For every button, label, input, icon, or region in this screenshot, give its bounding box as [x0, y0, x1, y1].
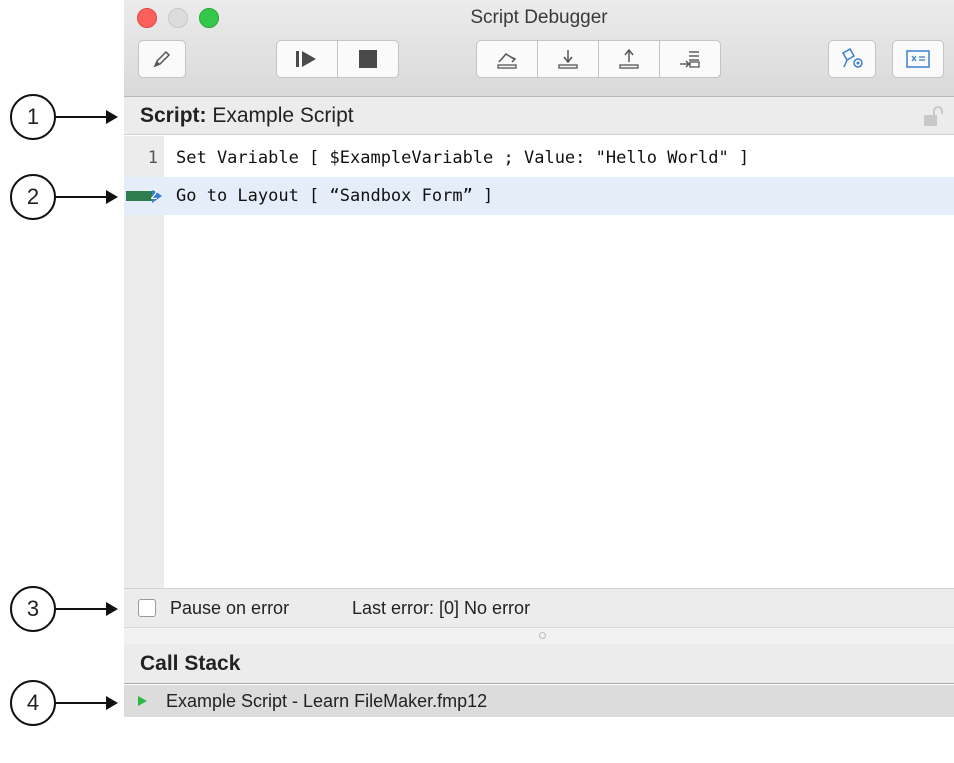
- script-step-text: Set Variable [ $ExampleVariable ; Value:…: [176, 148, 750, 168]
- line-number: 1: [147, 148, 158, 168]
- set-next-step-icon: [680, 51, 700, 68]
- call-stack-header: Call Stack: [124, 644, 954, 684]
- edit-script-button[interactable]: [138, 40, 186, 78]
- script-header: Script: Example Script: [124, 97, 954, 135]
- run-controls: [276, 40, 399, 78]
- script-step-text: Go to Layout [ “Sandbox Form” ]: [176, 186, 494, 206]
- step-into-button[interactable]: [537, 40, 599, 78]
- current-script-play-icon: [138, 696, 147, 706]
- callout-1: 1: [10, 94, 118, 140]
- current-script-step[interactable]: 2 Go to Layout [ “Sandbox Form” ]: [124, 177, 954, 215]
- call-stack-item-label: Example Script - Learn FileMaker.fmp12: [166, 691, 488, 711]
- step-controls: [476, 40, 721, 78]
- callout-number: 2: [10, 174, 56, 220]
- script-label: Script:: [140, 104, 207, 127]
- call-stack-item[interactable]: Example Script - Learn FileMaker.fmp12: [124, 685, 954, 717]
- pane-splitter[interactable]: [124, 627, 954, 645]
- pencil-icon: [153, 50, 171, 68]
- callout-number: 4: [10, 680, 56, 726]
- data-viewer-icon: [906, 50, 930, 68]
- breakpoint-tool-icon: [841, 47, 863, 68]
- script-debugger-window: Script Debugger Script: Example Script 1…: [124, 0, 954, 763]
- status-bar: Pause on error Last error: [0] No error: [124, 588, 954, 627]
- step-out-button[interactable]: [598, 40, 660, 78]
- script-step[interactable]: 1 Set Variable [ $ExampleVariable ; Valu…: [124, 139, 954, 177]
- window-title: Script Debugger: [470, 7, 608, 28]
- splitter-grip-icon[interactable]: [539, 632, 546, 639]
- callout-arrow: [56, 696, 118, 710]
- run-button[interactable]: [276, 40, 338, 78]
- step-over-button[interactable]: [476, 40, 538, 78]
- line-number: 2: [150, 188, 158, 203]
- halt-button[interactable]: [337, 40, 399, 78]
- set-next-step-button[interactable]: [659, 40, 721, 78]
- step-over-icon: [497, 53, 517, 69]
- callout-arrow: [56, 110, 118, 124]
- callout-number: 1: [10, 94, 56, 140]
- pause-on-error-label[interactable]: Pause on error: [170, 589, 289, 627]
- callout-4: 4: [10, 680, 118, 726]
- title-bar: Script Debugger: [124, 0, 954, 97]
- data-viewer-button[interactable]: [892, 40, 944, 78]
- breakpoints-button[interactable]: [828, 40, 876, 78]
- callout-3: 3: [10, 586, 118, 632]
- script-steps-pane[interactable]: 1 Set Variable [ $ExampleVariable ; Valu…: [124, 136, 954, 588]
- step-out-icon: [619, 48, 639, 69]
- stop-icon: [359, 50, 377, 68]
- play-icon: [296, 51, 316, 67]
- callout-arrow: [56, 602, 118, 616]
- step-into-icon: [558, 50, 578, 69]
- callout-2: 2: [10, 174, 118, 220]
- callout-arrow: [56, 190, 118, 204]
- callout-number: 3: [10, 586, 56, 632]
- script-name: Example Script: [212, 104, 354, 127]
- unlock-icon[interactable]: [922, 105, 946, 127]
- last-error-text: Last error: [0] No error: [352, 598, 531, 618]
- pause-on-error-checkbox[interactable]: [138, 599, 156, 617]
